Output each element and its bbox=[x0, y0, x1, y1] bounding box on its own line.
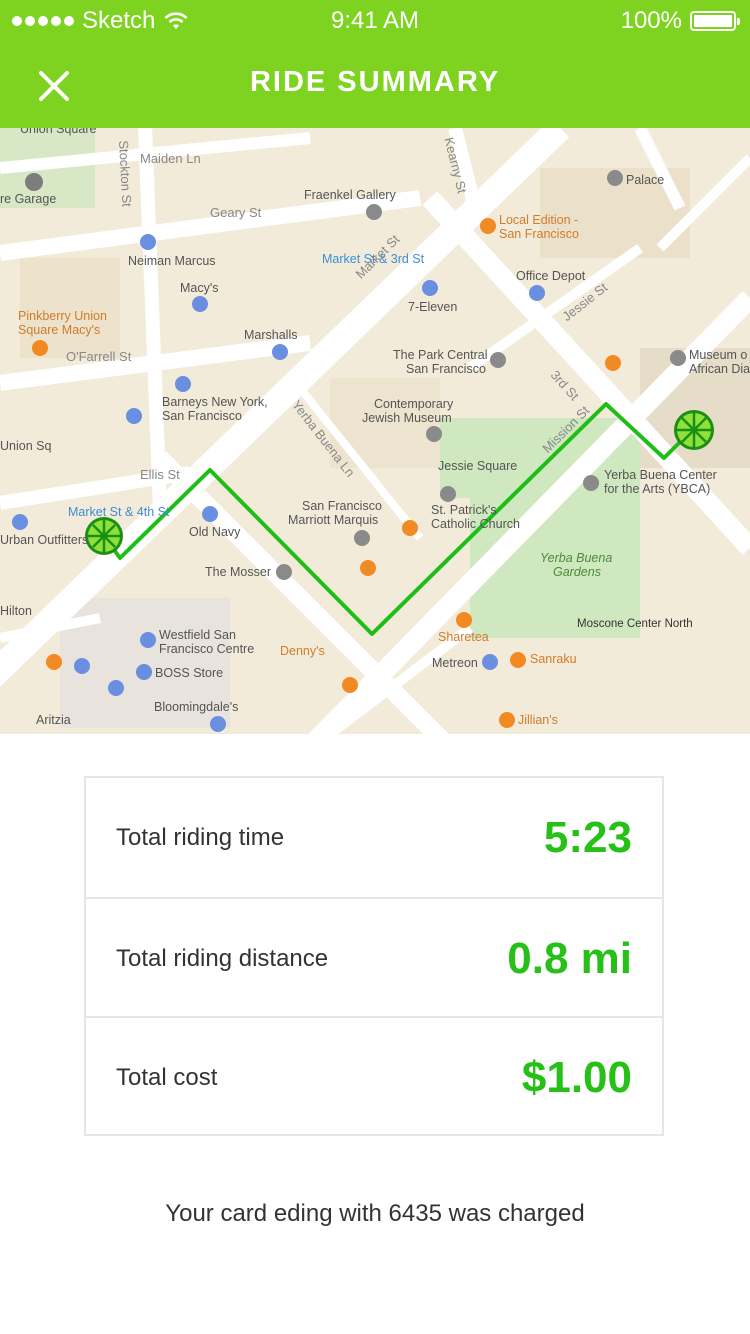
map-label: Marriott Marquis bbox=[288, 513, 379, 527]
map-label: Museum o bbox=[689, 348, 748, 362]
map-label: Marshalls bbox=[244, 328, 298, 342]
map-label: San Francisco bbox=[302, 499, 382, 513]
map-label: BOSS Store bbox=[155, 666, 224, 680]
map-label: Westfield San bbox=[159, 628, 236, 642]
map-label: Catholic Church bbox=[431, 517, 520, 531]
map-label: The Mosser bbox=[205, 565, 271, 579]
summary-row-cost: Total cost $1.00 bbox=[86, 1016, 662, 1135]
map-label: re Garage bbox=[0, 192, 57, 206]
map-label: San Francisco bbox=[406, 362, 486, 376]
map-label: 7-Eleven bbox=[408, 300, 458, 314]
summary-row-distance: Total riding distance 0.8 mi bbox=[86, 897, 662, 1016]
riding-time-label: Total riding time bbox=[116, 824, 285, 851]
end-marker-icon bbox=[674, 410, 714, 450]
battery-percent: 100% bbox=[620, 7, 682, 34]
ride-summary-card: Total riding time 5:23 Total riding dist… bbox=[84, 776, 664, 1136]
map-label: for the Arts (YBCA) bbox=[604, 482, 711, 496]
total-cost-label: Total cost bbox=[116, 1064, 218, 1091]
street-label: O'Farrell St bbox=[66, 349, 132, 364]
map-label: San Francisco bbox=[499, 227, 579, 241]
map-label: Union Square bbox=[20, 128, 97, 136]
map-label: Barneys New York, bbox=[162, 395, 268, 409]
route-map[interactable]: Union Square Maiden Ln Geary St re Garag… bbox=[0, 128, 750, 734]
app-header: Sketch 9:41 AM 100% RIDE SUMMARY bbox=[0, 0, 750, 128]
map-label: Jewish Museum bbox=[362, 411, 452, 425]
map-label: Union Sq bbox=[0, 439, 52, 453]
status-right: 100% bbox=[620, 7, 740, 35]
map-label: Neiman Marcus bbox=[128, 254, 216, 268]
transit-label: Market St & 4th St bbox=[68, 505, 170, 519]
page-title: RIDE SUMMARY bbox=[249, 66, 501, 98]
park-label: Yerba Buena bbox=[540, 551, 613, 565]
total-cost-value: $1.00 bbox=[521, 1053, 632, 1102]
map-label: Moscone Center North bbox=[577, 618, 693, 630]
status-bar: Sketch 9:41 AM 100% bbox=[0, 0, 750, 44]
park-label: Gardens bbox=[553, 565, 601, 579]
riding-distance-label: Total riding distance bbox=[116, 945, 329, 972]
street-label: Stockton St bbox=[116, 139, 135, 208]
map-label: St. Patrick's bbox=[431, 503, 497, 517]
map-label: Aritzia bbox=[36, 713, 71, 727]
map-label: Bloomingdale's bbox=[154, 700, 239, 714]
street-label: Geary St bbox=[210, 205, 262, 220]
map-canvas bbox=[0, 128, 750, 734]
map-label: Office Depot bbox=[516, 269, 586, 283]
map-label: Sharetea bbox=[438, 630, 489, 644]
start-marker-icon bbox=[85, 517, 123, 555]
summary-row-time: Total riding time 5:23 bbox=[86, 778, 662, 897]
map-label: Urban Outfitters bbox=[0, 533, 89, 547]
map-label: Contemporary bbox=[374, 397, 454, 411]
map-label: Jillian's bbox=[518, 713, 558, 727]
card-charged-note: Your card eding with 6435 was charged bbox=[165, 1200, 585, 1227]
map-label: Fraenkel Gallery bbox=[304, 188, 396, 202]
map-label: Square Macy's bbox=[18, 323, 101, 337]
street-label: Ellis St bbox=[140, 467, 180, 482]
map-label: Sanraku bbox=[530, 652, 577, 666]
map-label: The Park Central bbox=[393, 348, 488, 362]
map-label: Macy's bbox=[180, 281, 219, 295]
map-label: Old Navy bbox=[189, 525, 241, 539]
nav-bar: RIDE SUMMARY bbox=[0, 44, 750, 128]
map-label: Metreon bbox=[432, 656, 478, 670]
map-label: Jessie Square bbox=[438, 459, 518, 473]
map-label: Yerba Buena Center bbox=[604, 468, 717, 482]
riding-time-value: 5:23 bbox=[543, 813, 632, 862]
map-label: African Dia bbox=[689, 362, 750, 376]
street-label: Maiden Ln bbox=[140, 151, 201, 166]
map-label: Local Edition - bbox=[499, 213, 579, 227]
battery-icon bbox=[690, 11, 740, 31]
map-label: Francisco Centre bbox=[159, 642, 255, 656]
map-label: Hilton bbox=[0, 604, 32, 618]
map-label: Pinkberry Union bbox=[18, 309, 107, 323]
riding-distance-value: 0.8 mi bbox=[507, 934, 632, 983]
map-label: Palace bbox=[626, 173, 665, 187]
map-label: San Francisco bbox=[162, 409, 242, 423]
map-label: Denny's bbox=[280, 644, 325, 658]
